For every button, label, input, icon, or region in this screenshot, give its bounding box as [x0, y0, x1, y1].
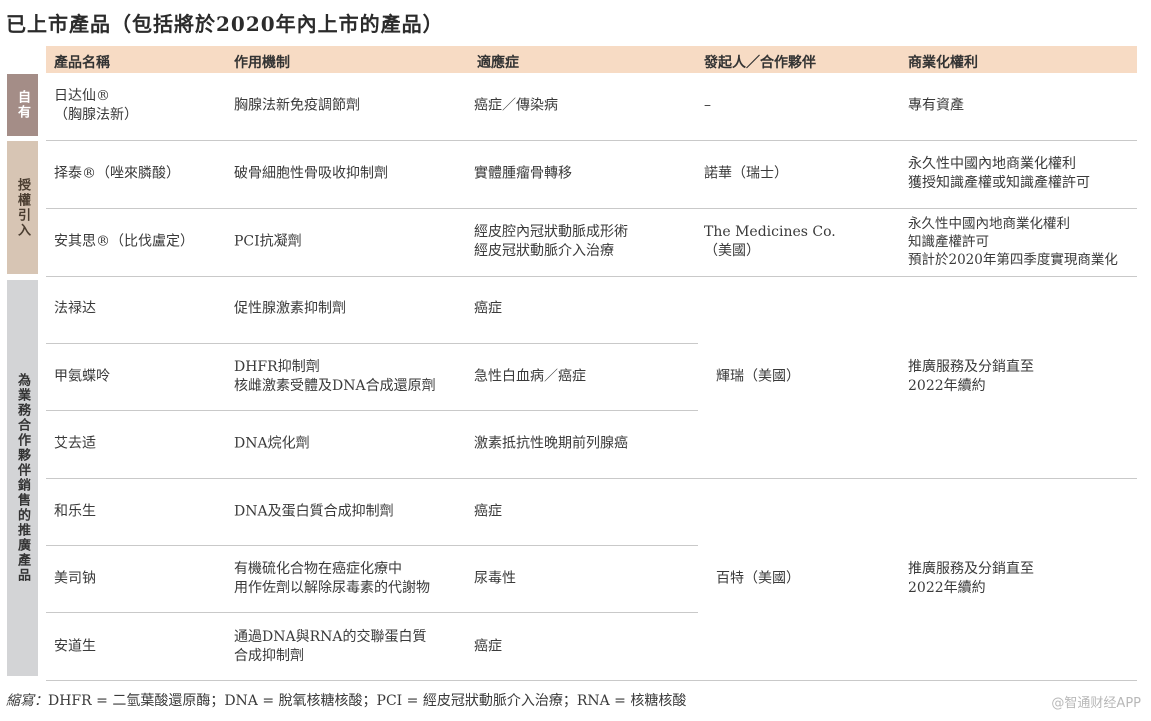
header-rights: 商業化權利	[908, 55, 978, 71]
abbreviation-label: 縮寫：	[6, 693, 48, 709]
header-product-name: 產品名稱	[54, 55, 110, 71]
cell-mechanism: DNA及蛋白質合成抑制劑	[234, 503, 394, 520]
abbreviation-note: 縮寫：DHFR = 二氫葉酸還原酶；DNA = 脫氧核糖核酸；PCI = 經皮冠…	[6, 690, 686, 710]
watermark: @智通财经APP	[1051, 696, 1141, 711]
cell-partner: –	[704, 97, 711, 114]
cell-partner-merged: 輝瑞（美國）	[716, 368, 800, 385]
cell-indication: 急性白血病／癌症	[474, 368, 586, 385]
row-divider	[46, 478, 1137, 479]
row-divider	[46, 343, 698, 344]
cell-indication: 癌症／傳染病	[474, 97, 558, 114]
row-divider	[46, 612, 698, 613]
group-label-marketing: 為業務合作夥伴銷售的推廣產品	[7, 280, 38, 676]
cell-mechanism: 胸腺法新免疫調節劑	[234, 97, 360, 114]
cell-product-name: 安道生	[54, 638, 96, 655]
row-divider	[46, 208, 1137, 209]
cell-rights: 永久性中國內地商業化權利 知識產權許可 預計於2020年第四季度實現商業化	[908, 216, 1118, 268]
header-mechanism: 作用機制	[234, 55, 290, 71]
cell-rights: 永久性中國內地商業化權利 獲授知識產權或知識產權許可	[908, 156, 1090, 191]
cell-partner: 諾華（瑞士）	[704, 165, 788, 182]
header-partner: 發起人／合作夥伴	[704, 55, 816, 71]
row-divider	[46, 545, 698, 546]
cell-indication: 癌症	[474, 638, 502, 655]
cell-mechanism: 通過DNA與RNA的交聯蛋白質 合成抑制劑	[234, 629, 427, 664]
cell-indication: 激素抵抗性晚期前列腺癌	[474, 435, 628, 452]
cell-rights-merged: 推廣服務及分銷直至 2022年續約	[908, 561, 1034, 596]
cell-partner-merged: 百特（美國）	[716, 570, 800, 587]
group-label-own: 自有	[7, 74, 38, 136]
cell-mechanism: DNA烷化劑	[234, 435, 310, 452]
cell-indication: 尿毒性	[474, 570, 516, 587]
cell-indication: 經皮腔內冠狀動脈成形術 經皮冠狀動脈介入治療	[474, 224, 628, 259]
cell-mechanism: 有機硫化合物在癌症化療中 用作佐劑以解除尿毒素的代謝物	[234, 561, 430, 596]
cell-product-name: 择泰®（唑來膦酸）	[54, 165, 180, 182]
cell-product-name: 安其思®（比伐盧定）	[54, 233, 194, 250]
abbreviation-text: DHFR = 二氫葉酸還原酶；DNA = 脫氧核糖核酸；PCI = 經皮冠狀動脈…	[48, 693, 687, 709]
page-title: 已上市產品（包括將於2020年內上市的產品）	[6, 12, 444, 36]
header-indication: 適應症	[477, 55, 519, 71]
cell-mechanism: 破骨細胞性骨吸收抑制劑	[234, 165, 388, 182]
row-divider	[46, 276, 1137, 277]
cell-product-name: 美司钠	[54, 570, 96, 587]
cell-product-name: 甲氨蝶呤	[54, 368, 110, 385]
cell-mechanism: DHFR抑制劑 核雌激素受體及DNA合成還原劑	[234, 359, 436, 394]
cell-product-name: 法禄达	[54, 300, 96, 317]
cell-mechanism: PCI抗凝劑	[234, 233, 302, 250]
cell-partner: The Medicines Co. （美國）	[704, 224, 836, 259]
cell-product-name: 日达仙® （胸腺法新）	[54, 88, 138, 123]
cell-product-name: 艾去适	[54, 435, 96, 452]
cell-product-name: 和乐生	[54, 503, 96, 520]
row-divider	[46, 410, 698, 411]
row-divider	[46, 140, 1137, 141]
row-divider	[46, 680, 1137, 681]
cell-rights-merged: 推廣服務及分銷直至 2022年續約	[908, 359, 1034, 394]
cell-indication: 癌症	[474, 300, 502, 317]
cell-rights: 專有資產	[908, 97, 964, 114]
cell-indication: 癌症	[474, 503, 502, 520]
cell-indication: 實體腫瘤骨轉移	[474, 165, 572, 182]
group-label-licensed: 授權引入	[7, 141, 38, 274]
cell-mechanism: 促性腺激素抑制劑	[234, 300, 346, 317]
